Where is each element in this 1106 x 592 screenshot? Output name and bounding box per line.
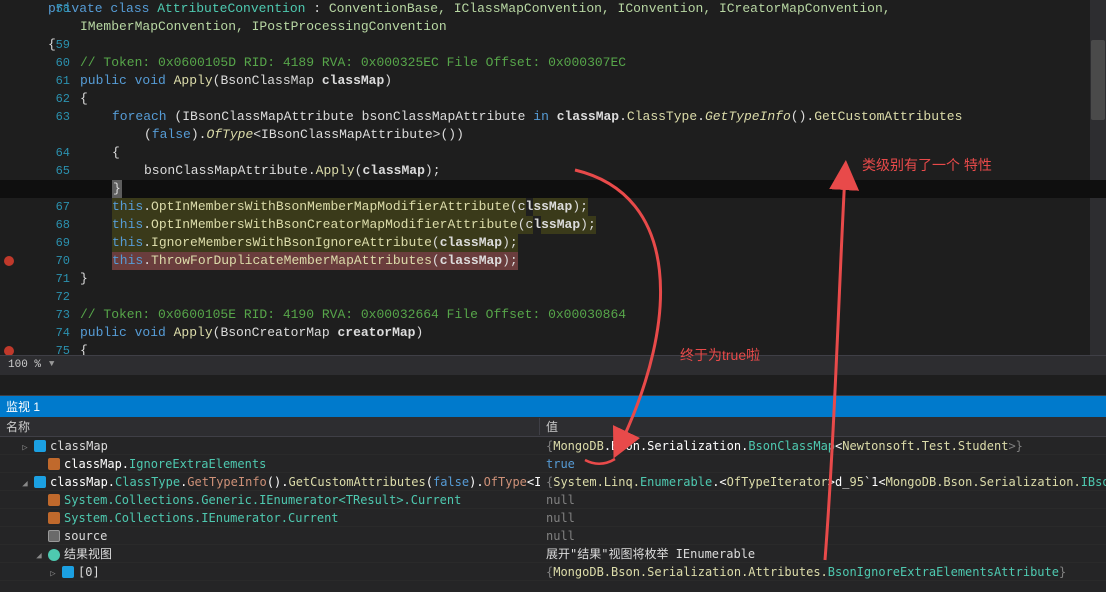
scrollbar-thumb[interactable] [1091, 40, 1105, 120]
line-number: 61 [30, 72, 70, 90]
line-number: 59 [30, 36, 70, 54]
prop-icon [48, 458, 60, 470]
watch-row[interactable]: ▷[0]{MongoDB.Bson.Serialization.Attribut… [0, 563, 1106, 581]
watch-row[interactable]: ▷classMap{MongoDB.Bson.Serialization.Bso… [0, 437, 1106, 455]
line-number: 60 [30, 54, 70, 72]
line-number: 68 [30, 216, 70, 234]
line-number: 67 [30, 198, 70, 216]
expand-icon[interactable]: ◢ [34, 551, 44, 561]
watch-panel-title: 监视 1 [0, 396, 1106, 417]
expand-icon[interactable]: ▷ [20, 443, 30, 453]
obj-icon [62, 566, 74, 578]
watch-col-value[interactable]: 值 [540, 418, 1106, 435]
line-number: 71 [30, 270, 70, 288]
line-number: 74 [30, 324, 70, 342]
line-number: 63 [30, 108, 70, 126]
watch-row[interactable]: ◢结果视图展开"结果"视图将枚举 IEnumerable [0, 545, 1106, 563]
code-editor[interactable]: 58private class AttributeConvention : Co… [0, 0, 1106, 375]
line-number: 58 [30, 0, 70, 18]
prop-icon [48, 494, 60, 506]
prop-icon [48, 512, 60, 524]
zoom-level[interactable]: 100 % [0, 356, 49, 374]
line-number: 72 [30, 288, 70, 306]
expand-icon[interactable]: ▷ [48, 569, 58, 579]
watch-header: 名称 值 [0, 417, 1106, 437]
watch-row[interactable]: sourcenull [0, 527, 1106, 545]
editor-status-bar: 100 %▼ [0, 355, 1106, 375]
cursor-position: } [112, 180, 122, 198]
watch-row[interactable]: System.Collections.IEnumerator.Currentnu… [0, 509, 1106, 527]
expand-icon[interactable]: ◢ [20, 479, 30, 489]
res-icon [48, 549, 60, 561]
watch-rows[interactable]: ▷classMap{MongoDB.Bson.Serialization.Bso… [0, 437, 1106, 581]
chevron-down-icon[interactable]: ▼ [49, 359, 54, 369]
watch-row[interactable]: ◢classMap.ClassType.GetTypeInfo().GetCus… [0, 473, 1106, 491]
line-number: 62 [30, 90, 70, 108]
watch-row[interactable]: System.Collections.Generic.IEnumerator<T… [0, 491, 1106, 509]
obj-icon [34, 476, 46, 488]
watch-row[interactable]: classMap.IgnoreExtraElementstrue [0, 455, 1106, 473]
obj-icon [34, 440, 46, 452]
line-number: 64 [30, 144, 70, 162]
watch-col-name[interactable]: 名称 [0, 418, 540, 435]
line-number: 65 [30, 162, 70, 180]
line-number: 73 [30, 306, 70, 324]
breakpoint-icon[interactable] [4, 256, 14, 266]
watch-panel[interactable]: 监视 1 名称 值 ▷classMap{MongoDB.Bson.Seriali… [0, 395, 1106, 592]
line-number: 69 [30, 234, 70, 252]
line-number: 70 [30, 252, 70, 270]
source-icon [48, 530, 60, 542]
